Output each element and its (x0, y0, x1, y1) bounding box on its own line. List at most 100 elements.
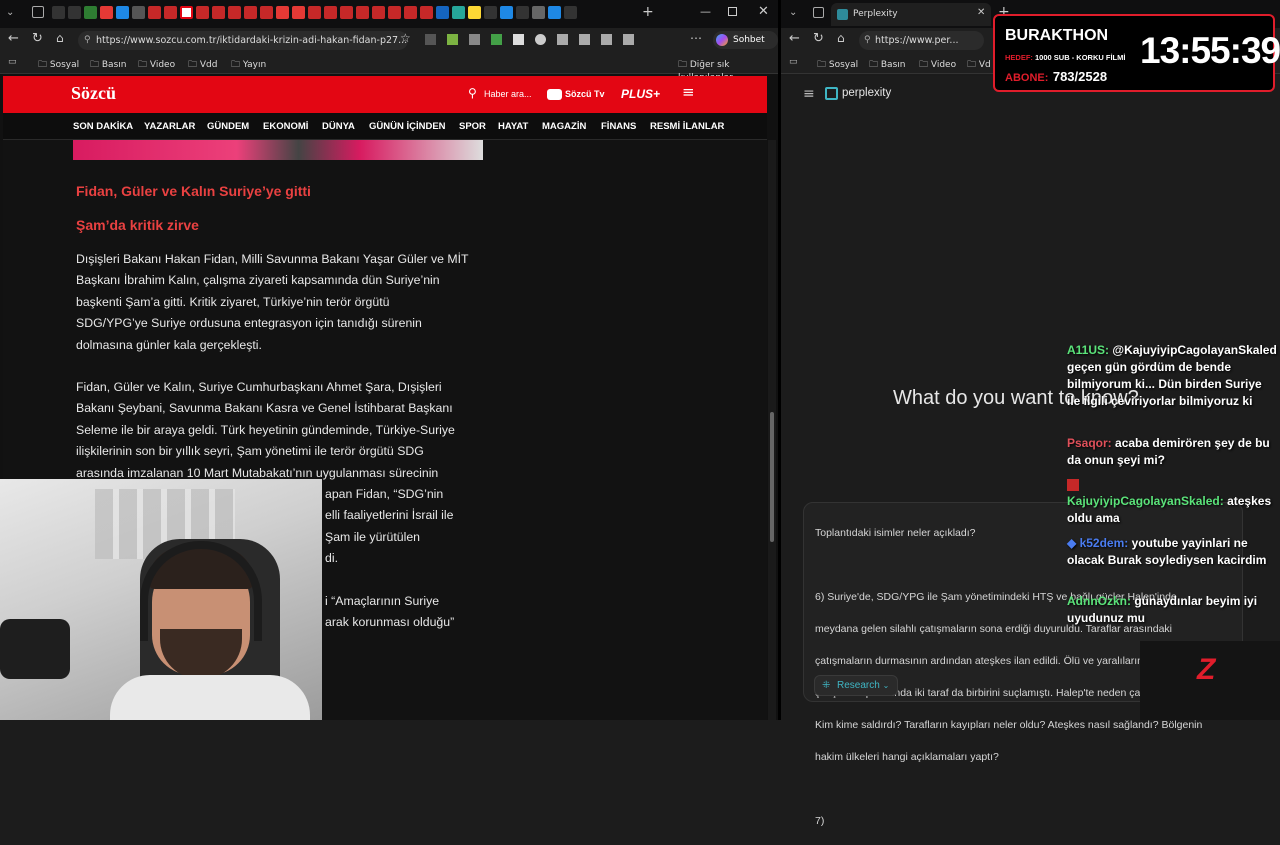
bookmark-folder-video[interactable]: 🗀 Video (138, 57, 175, 73)
search-icon[interactable]: ⚲ (468, 86, 477, 100)
reload-icon[interactable]: ↻ (813, 31, 824, 46)
chat-username: k52dem: (1079, 536, 1129, 550)
nav-item[interactable]: SPOR (459, 121, 486, 132)
bookmark-folder-sosyal[interactable]: 🗀 Sosyal (817, 57, 858, 73)
hamburger-menu-icon[interactable]: ≡ (682, 83, 695, 101)
bookmark-folder-basin[interactable]: 🗀 Basın (90, 57, 126, 73)
search-link[interactable]: Haber ara... (484, 89, 532, 99)
maximize-icon[interactable] (728, 7, 737, 16)
copilot-icon (716, 34, 728, 46)
sozcu-nav: SON DAKİKA YAZARLAR GÜNDEM EKONOMİ DÜNYA… (3, 113, 767, 140)
text-line: Seleme ile bir araya geldi. Türk heyetin… (76, 422, 455, 437)
home-icon[interactable]: ⌂ (837, 31, 845, 45)
text-line: i “Amaçlarının Suriye (325, 594, 440, 608)
workspaces-icon[interactable] (813, 7, 824, 18)
right-url-field[interactable]: ⚲ https://www.per... (859, 31, 984, 50)
workspaces-icon[interactable] (32, 6, 44, 18)
sozcu-logo[interactable]: Sözcü (71, 83, 116, 104)
stream-timer: 13:55:39 (1140, 30, 1280, 71)
webcam-feed (0, 479, 322, 720)
back-icon[interactable]: ← (789, 31, 800, 46)
copilot-button[interactable]: Sohbet et (713, 31, 778, 63)
text-line: dolmasına günler kala gerçekleşti. (76, 337, 262, 352)
left-url-field[interactable]: ⚲ https://www.sozcu.com.tr/iktidardaki-k… (78, 31, 408, 50)
nav-item[interactable]: FİNANS (601, 121, 636, 132)
bookmark-folder-yayin[interactable]: 🗀 Yayın (231, 57, 266, 73)
perplexity-favicon (837, 9, 848, 20)
text-line: Şam ile yürütülen (325, 529, 421, 544)
text-line: Fidan, Güler ve Kalın, Suriye Cumhurbaşk… (76, 380, 442, 394)
nav-item[interactable]: RESMİ İLANLAR (650, 121, 724, 132)
bookmark-label: Sosyal (49, 60, 80, 70)
paragraph-2-partial: apan Fidan, “SDG’nin elli faaliyetlerini… (325, 484, 505, 570)
home-icon[interactable]: ⌂ (56, 31, 64, 45)
close-icon[interactable]: ✕ (758, 4, 769, 19)
sozcu-tv-link[interactable]: Sözcü Tv (565, 89, 605, 99)
sidebar-toggle-icon[interactable]: ≡ (803, 86, 815, 102)
text-line: apan Fidan, “SDG’nin (325, 487, 444, 501)
reading-list-icon[interactable]: ▭ (789, 57, 798, 67)
bookmark-folder-vd[interactable]: 🗀 Vd (967, 57, 991, 73)
left-browser-window: ⌄ + — ✕ ← ↻ ⌂ ⚲ https://www.sozcu.com.tr… (0, 0, 778, 720)
left-url-text: https://www.sozcu.com.tr/iktidardaki-kri… (96, 35, 408, 46)
nav-item[interactable]: EKONOMİ (263, 121, 308, 132)
badge-subs-value: 783/2528 (1052, 69, 1108, 84)
pinned-tabs[interactable] (52, 6, 577, 19)
perplexity-tab[interactable]: Perplexity ✕ (831, 3, 991, 26)
text-line: elli faaliyetlerini İsrail ile (325, 508, 454, 523)
nav-item[interactable]: MAGAZİN (542, 121, 586, 132)
paragraph-2: Fidan, Güler ve Kalın, Suriye Cumhurbaşk… (76, 377, 496, 484)
bookmark-folder-sosyal[interactable]: 🗀 Sosyal (38, 57, 79, 73)
extension-icons[interactable] (425, 34, 634, 45)
bookmark-label: Vdd (199, 60, 218, 70)
research-icon: ⁜ (822, 680, 831, 691)
bookmark-folder-vdd[interactable]: 🗀 Vdd (188, 57, 217, 73)
page-scrollbar[interactable] (768, 140, 776, 720)
bookmark-folder-basin[interactable]: 🗀 Basın (869, 57, 905, 73)
chevron-down-icon: ⌄ (882, 681, 890, 690)
research-button[interactable]: ⁜ Research ⌄ (814, 675, 899, 696)
bookmark-folder-video[interactable]: 🗀 Video (919, 57, 956, 73)
tab-title: Perplexity (853, 9, 898, 19)
chat-message: A11US: @KajuyiyipCagolayanSkaled geçen g… (1067, 342, 1277, 410)
more-menu-icon[interactable]: ⋯ (690, 31, 702, 45)
plus-link[interactable]: PLUS+ (621, 87, 660, 101)
stream-goal-badge: BURAKTHON HEDEF: 1000 SUB - KORKU FİLMİ … (993, 14, 1280, 92)
nav-item[interactable]: HAYAT (498, 121, 528, 132)
channel-logo: Z (1140, 641, 1280, 720)
text-line: arak korunması olduğu” (325, 615, 455, 630)
minimize-icon[interactable]: — (700, 5, 711, 18)
perplexity-logo-icon (825, 87, 838, 100)
nav-item[interactable]: YAZARLAR (144, 121, 195, 132)
badge-goal-value: 1000 SUB - KORKU FİLMİ (1035, 53, 1126, 62)
new-tab-icon[interactable]: + (642, 4, 654, 20)
chat-message: Psaqor: acaba demirören şey de bu da onu… (1067, 435, 1277, 469)
chat-message: ◆ k52dem: youtube yayinlari ne olacak Bu… (1067, 535, 1277, 569)
tab-list-icon[interactable]: ⌄ (6, 7, 14, 18)
text-line: Dışişleri Bakanı Hakan Fidan, Milli Savu… (76, 252, 469, 266)
tab-close-icon[interactable]: ✕ (977, 7, 985, 18)
prompt-line: 7) (815, 815, 825, 827)
badge-name: BURAKTHON (1005, 27, 1109, 44)
prompt-line: hakim ülkeleri hangi açıklamaları yaptı? (815, 751, 999, 763)
scrollbar-thumb[interactable] (770, 412, 774, 542)
bookmark-label: Sosyal (828, 60, 859, 70)
perplexity-brand[interactable]: perplexity (842, 87, 891, 99)
chat-username: A11US: (1067, 343, 1110, 357)
reload-icon[interactable]: ↻ (32, 31, 43, 46)
nav-item[interactable]: SON DAKİKA (73, 121, 133, 132)
nav-item[interactable]: GÜNÜN İÇİNDEN (369, 121, 446, 132)
nav-item[interactable]: DÜNYA (322, 121, 355, 132)
bookmark-label: Basın (101, 60, 127, 70)
bookmark-label: Yayın (242, 60, 267, 70)
reading-list-icon[interactable]: ▭ (8, 57, 17, 67)
back-icon[interactable]: ← (8, 31, 19, 46)
chat-badge-icon (1067, 479, 1079, 491)
site-info-icon[interactable]: ⚲ (84, 31, 91, 50)
tab-list-icon[interactable]: ⌄ (789, 7, 797, 18)
nav-item[interactable]: GÜNDEM (207, 121, 249, 132)
site-info-icon[interactable]: ⚲ (864, 31, 871, 50)
favorite-star-icon[interactable]: ☆ (400, 31, 411, 45)
subheading-1: Fidan, Güler ve Kalın Suriye’ye gitti (76, 183, 311, 199)
badge-subs-label: ABONE: (1005, 72, 1049, 84)
